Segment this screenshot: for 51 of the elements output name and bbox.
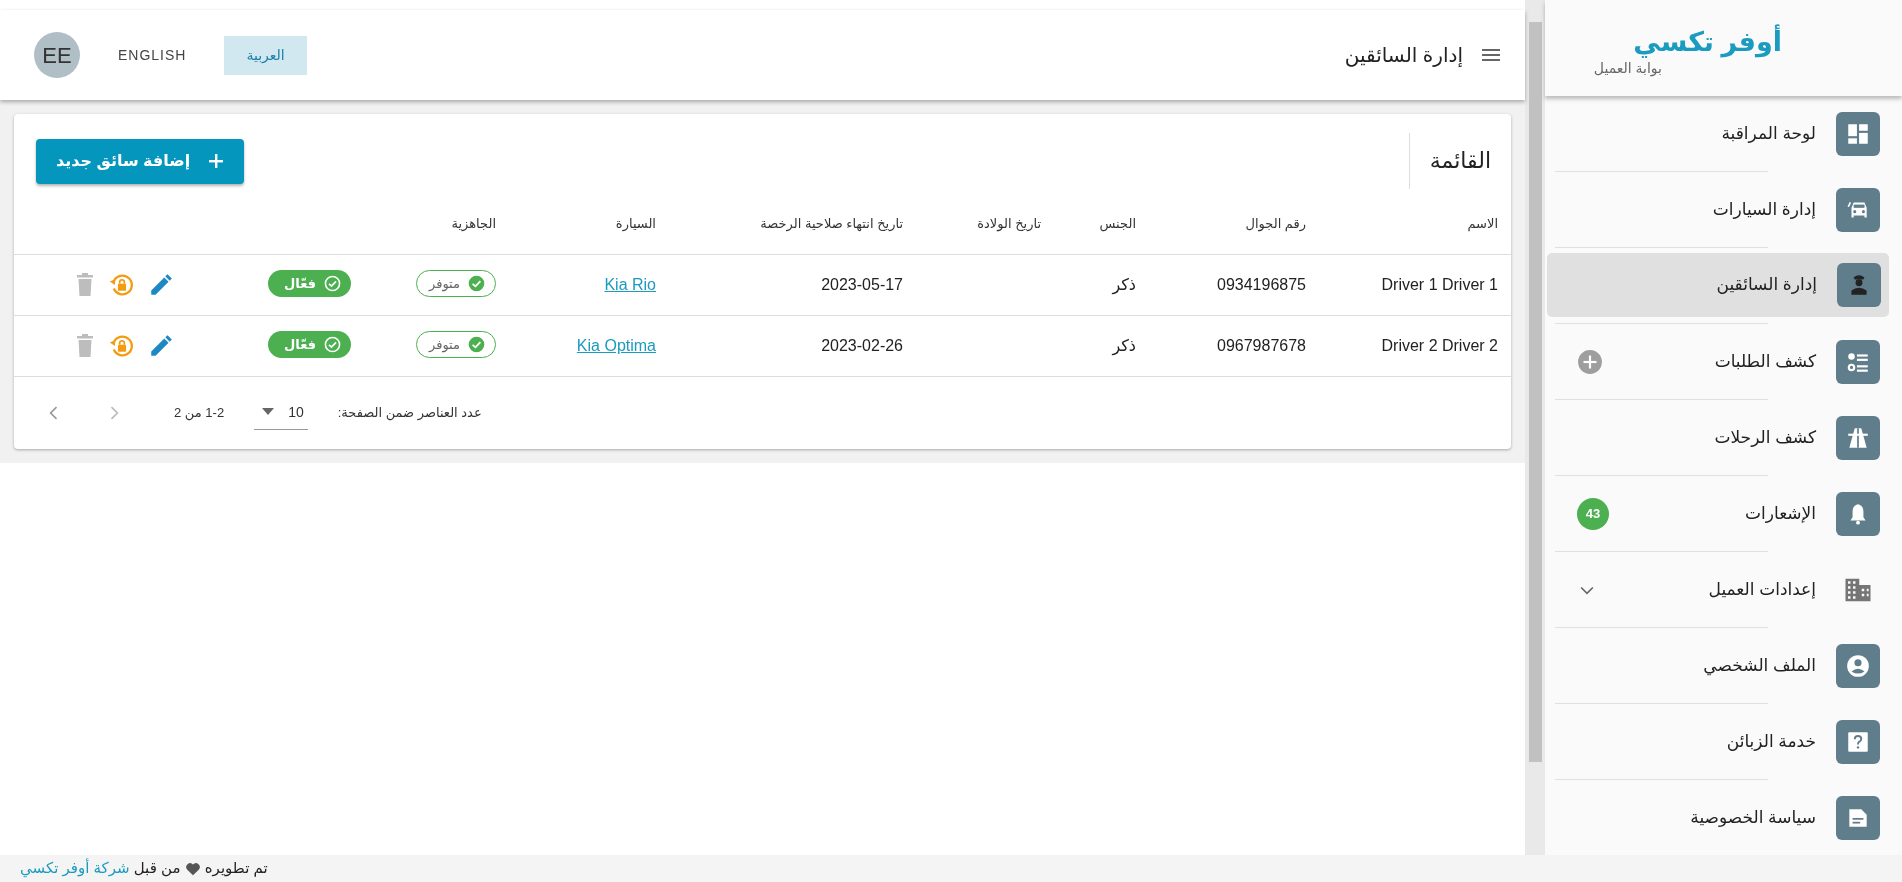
sidebar-item[interactable]: خدمة الزبائن — [1555, 704, 1888, 779]
column-header: السيارة — [615, 216, 656, 231]
sidebar-item[interactable]: كشف الرحلات — [1555, 400, 1888, 475]
table-cell: 2023-05-17 — [821, 275, 903, 293]
table-cell: ذكر — [1112, 336, 1136, 354]
sidebar-item[interactable]: الملف الشخصي — [1555, 628, 1888, 703]
add-icon[interactable] — [1577, 348, 1603, 375]
sidebar-item[interactable]: إدارة السائقين — [1547, 253, 1889, 317]
table-cell: 2023-02-26 — [821, 336, 903, 354]
column-header: الاسم — [1467, 216, 1498, 231]
column-header: تاريخ الولادة — [977, 216, 1041, 231]
check-icon — [324, 336, 341, 353]
sidebar-item[interactable]: إعدادات العميل — [1555, 552, 1888, 627]
column-header: الجنس — [1099, 216, 1136, 231]
table-cell: 0967987678 — [1217, 336, 1306, 354]
table-cell: ذكر — [1112, 275, 1136, 293]
notification-count: 43 — [1577, 497, 1609, 530]
sidebar-item[interactable]: سياسة الخصوصية — [1555, 780, 1888, 855]
check-icon — [468, 275, 485, 292]
rows-per-page-label: عدد العناصر ضمن الصفحة: — [337, 403, 482, 423]
edit-icon[interactable] — [148, 271, 174, 298]
avatar[interactable]: EE — [34, 32, 80, 78]
page-title: إدارة السائقين — [1344, 43, 1463, 69]
column-header: رقم الجوال — [1245, 216, 1306, 231]
card-title: القائمة — [1408, 133, 1491, 189]
column-header: تاريخ انتهاء صلاحية الرخصة — [760, 216, 903, 231]
table-cell: Driver 2 Driver 2 — [1381, 336, 1498, 354]
heart-icon — [184, 862, 201, 877]
sidebar-item[interactable]: كشف الطلبات — [1555, 324, 1888, 399]
brand-subtitle: بوابة العميل — [1593, 58, 1662, 79]
check-icon — [324, 275, 341, 292]
delete-icon[interactable] — [74, 272, 96, 297]
dropdown-icon — [262, 408, 275, 416]
table-cell: 0934196875 — [1217, 275, 1306, 293]
footer-credit: تم تطويره من قبل شركة أوفر تكسي — [20, 857, 268, 880]
status-chip: فعّال — [268, 270, 351, 297]
language-button[interactable]: ENGLISH — [96, 35, 209, 75]
sidebar-item[interactable]: إدارة السيارات — [1555, 172, 1888, 247]
table-cell: Driver 1 Driver 1 — [1381, 275, 1498, 293]
plus-icon — [208, 153, 225, 169]
profile-icon — [1845, 652, 1871, 679]
delete-icon[interactable] — [74, 333, 96, 358]
check-icon — [468, 336, 485, 353]
edit-icon[interactable] — [148, 332, 174, 359]
status-chip: فعّال — [268, 331, 351, 358]
sidebar-item[interactable]: لوحة المراقبة — [1555, 96, 1888, 171]
column-header: الجاهزية — [451, 216, 496, 231]
language-button[interactable]: العربية — [224, 35, 307, 75]
page-range: 1-2 من 2 — [174, 403, 225, 423]
scrollbar[interactable] — [1525, 0, 1545, 855]
rows-per-page-select[interactable]: 10 — [254, 395, 308, 430]
